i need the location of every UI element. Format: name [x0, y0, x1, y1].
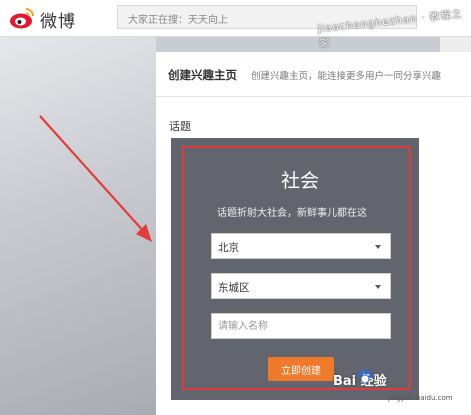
province-select[interactable]: 北京: [211, 233, 391, 259]
arrow-annotation-icon: [39, 115, 152, 242]
district-select[interactable]: 东城区: [211, 273, 391, 299]
district-value: 东城区: [218, 282, 250, 294]
province-value: 北京: [218, 242, 239, 254]
weibo-logo-icon[interactable]: [9, 6, 35, 30]
baidu-url: jingyan.baidu.com: [388, 394, 453, 402]
name-input[interactable]: [211, 313, 391, 339]
card-title: 创建兴趣主页: [168, 68, 237, 82]
section-label-topic: 话题: [169, 120, 191, 133]
paw-icon: [358, 369, 373, 384]
chevron-down-icon: [375, 245, 381, 249]
top-bar: 微博 大家正在搜：天天向上 jiaochenghezhan · 教程之家: [0, 0, 471, 50]
search-placeholder: 大家正在搜：天天向上: [128, 15, 228, 26]
topic-subtitle: 话题折射大社会，新鲜事儿都在这: [217, 208, 367, 219]
create-button[interactable]: 立即创建: [268, 357, 334, 381]
chevron-down-icon: [375, 285, 381, 289]
card-header: 创建兴趣主页 创建兴趣主页，能连接更多用户一同分享兴趣: [156, 52, 471, 97]
brand-name[interactable]: 微博: [40, 7, 76, 32]
card-description: 创建兴趣主页，能连接更多用户一同分享兴趣: [251, 71, 442, 82]
